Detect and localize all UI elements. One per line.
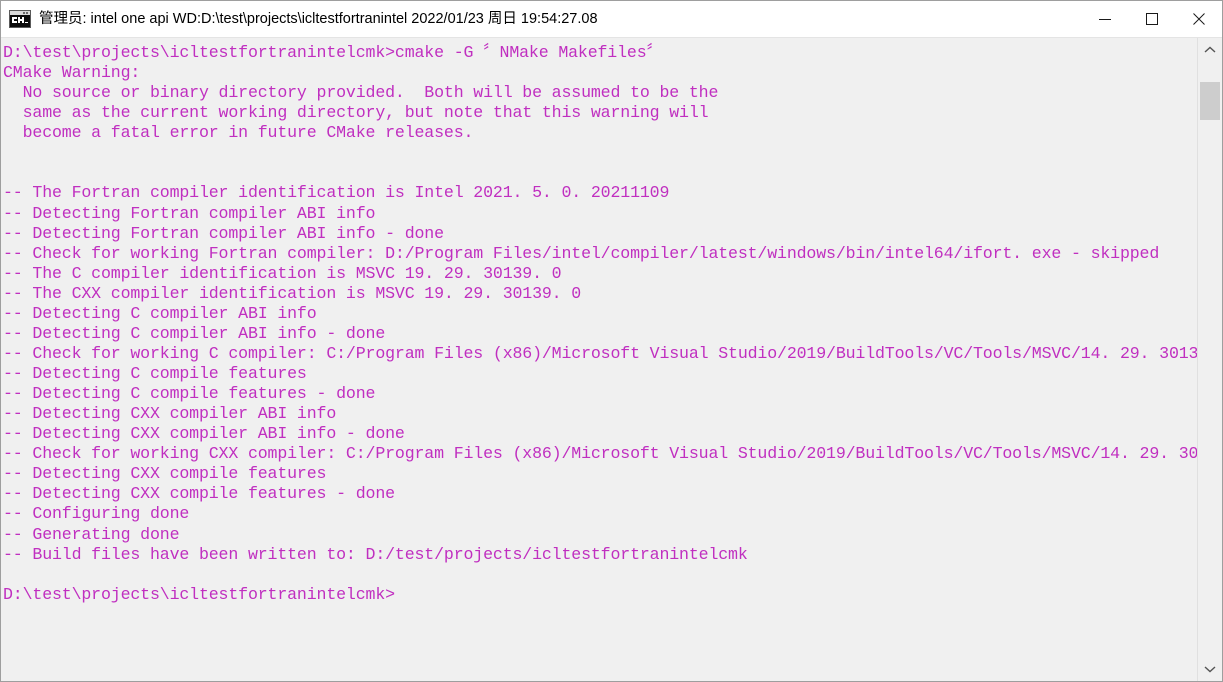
minimize-icon bbox=[1098, 19, 1111, 20]
chevron-up-icon bbox=[1204, 46, 1216, 53]
scroll-track[interactable] bbox=[1198, 62, 1222, 657]
scroll-up-button[interactable] bbox=[1198, 38, 1222, 62]
maximize-icon bbox=[1145, 13, 1158, 25]
console-window: 管理员: intel one api WD:D:\test\projects\i… bbox=[0, 0, 1223, 682]
title-bar[interactable]: 管理员: intel one api WD:D:\test\projects\i… bbox=[1, 1, 1222, 38]
maximize-button[interactable] bbox=[1128, 2, 1175, 37]
console-output-area[interactable]: D:\test\projects\icltestfortranintelcmk>… bbox=[1, 38, 1197, 681]
console-body: D:\test\projects\icltestfortranintelcmk>… bbox=[1, 38, 1222, 681]
close-button[interactable] bbox=[1175, 2, 1222, 37]
console-output-text: D:\test\projects\icltestfortranintelcmk>… bbox=[3, 43, 1197, 604]
minimize-button[interactable] bbox=[1081, 2, 1128, 37]
scroll-down-button[interactable] bbox=[1198, 657, 1222, 681]
window-title: 管理员: intel one api WD:D:\test\projects\i… bbox=[39, 11, 598, 27]
chevron-down-icon bbox=[1204, 666, 1216, 673]
vertical-scrollbar[interactable] bbox=[1197, 38, 1222, 681]
scroll-thumb[interactable] bbox=[1200, 82, 1220, 120]
cmd-console-icon bbox=[9, 10, 31, 28]
close-icon bbox=[1192, 13, 1205, 25]
